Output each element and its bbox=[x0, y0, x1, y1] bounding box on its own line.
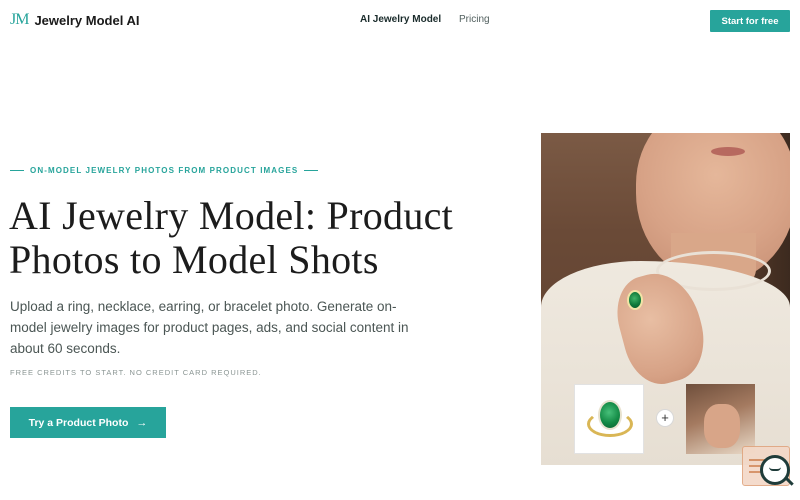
hero-description: Upload a ring, necklace, earring, or bra… bbox=[10, 299, 409, 356]
try-button-label: Try a Product Photo bbox=[28, 416, 129, 429]
chat-face-icon bbox=[769, 467, 781, 471]
nav-link-ai-jewelry-model[interactable]: AI Jewelry Model bbox=[360, 14, 441, 25]
eyebrow-line-left bbox=[10, 170, 24, 171]
emerald-stone bbox=[598, 400, 622, 430]
plus-icon: + bbox=[656, 409, 674, 427]
nav-link-pricing[interactable]: Pricing bbox=[459, 14, 490, 25]
free-credits-note: FREE CREDITS TO START. NO CREDIT CARD RE… bbox=[10, 368, 262, 377]
top-header: JM Jewelry Model AI AI Jewelry Model Pri… bbox=[0, 0, 800, 42]
logo-mark-icon: JM bbox=[10, 11, 29, 28]
hero-title: AI Jewelry Model: Product Photos to Mode… bbox=[9, 193, 454, 282]
emerald-ring-on-hand bbox=[627, 290, 643, 310]
try-product-photo-button[interactable]: Try a Product Photo → bbox=[10, 407, 166, 438]
chat-support-icon[interactable] bbox=[760, 455, 790, 485]
eyebrow-line-right bbox=[304, 170, 319, 171]
product-ring-thumbnail bbox=[574, 384, 644, 454]
hand-model-thumbnail bbox=[686, 384, 755, 454]
start-for-free-button[interactable]: Start for free bbox=[710, 10, 790, 32]
model-lips bbox=[711, 147, 745, 156]
eyebrow-text: ON-MODEL JEWELRY PHOTOS FROM PRODUCT IMA… bbox=[30, 166, 299, 175]
hero-eyebrow: ON-MODEL JEWELRY PHOTOS FROM PRODUCT IMA… bbox=[10, 166, 319, 175]
thumbnail-hand bbox=[704, 404, 740, 448]
arrow-right-icon: → bbox=[136, 416, 148, 429]
brand-logo[interactable]: JM Jewelry Model AI bbox=[10, 11, 139, 29]
brand-name: Jewelry Model AI bbox=[34, 12, 140, 28]
